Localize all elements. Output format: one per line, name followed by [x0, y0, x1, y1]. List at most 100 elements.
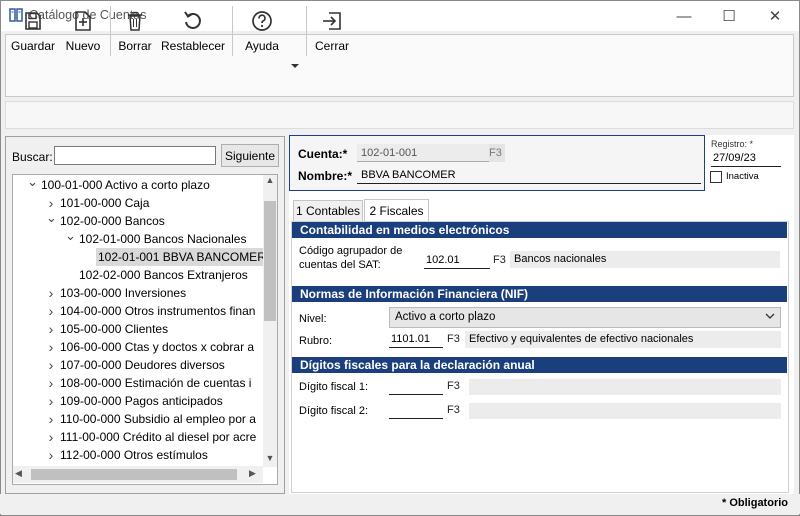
- borrar-button[interactable]: Borrar: [116, 9, 154, 57]
- tab-contables[interactable]: 1 Contables: [293, 200, 363, 222]
- scroll-down-icon[interactable]: ▼: [265, 453, 275, 467]
- hscroll-thumb[interactable]: [31, 469, 237, 480]
- cuenta-field[interactable]: 102-01-001: [357, 144, 489, 162]
- nuevo-label: Nuevo: [65, 39, 101, 53]
- tree-vertical-scrollbar[interactable]: ▲ ▼: [263, 175, 277, 467]
- ayuda-dropdown-icon[interactable]: [290, 60, 300, 70]
- restablecer-button[interactable]: Restablecer: [160, 9, 226, 57]
- nombre-field[interactable]: BBVA BANCOMER: [357, 166, 701, 184]
- scroll-thumb[interactable]: [264, 201, 276, 321]
- chevron-right-icon[interactable]: ›: [46, 374, 56, 392]
- chevron-down-icon[interactable]: ⌄: [46, 209, 57, 227]
- tree-item-label: 107-00-000 Deudores diversos: [60, 358, 225, 372]
- registro-label: Registro: *: [711, 139, 754, 149]
- nombre-label: Nombre:*: [298, 169, 353, 183]
- tree-horizontal-scrollbar[interactable]: ◀ ▶: [13, 466, 263, 483]
- tree-item[interactable]: › 104-00-000 Otros instrumentos finan: [13, 302, 277, 320]
- digito2-f3-button[interactable]: F3: [447, 404, 460, 416]
- tree-item[interactable]: ⌄ 102-01-000 Bancos Nacionales: [13, 227, 277, 248]
- guardar-button[interactable]: Guardar: [10, 9, 56, 57]
- scroll-right-icon[interactable]: ▶: [249, 468, 261, 481]
- rubro-f3-button[interactable]: F3: [447, 333, 460, 345]
- chevron-down-icon[interactable]: ⌄: [65, 227, 76, 245]
- inactiva-checkbox[interactable]: [710, 171, 722, 183]
- tree-item-label: 109-00-000 Pagos anticipados: [60, 394, 223, 408]
- digito1-field[interactable]: [389, 377, 443, 395]
- registro-date-field[interactable]: 27/09/23: [711, 151, 781, 167]
- search-input[interactable]: [54, 146, 216, 165]
- ayuda-button[interactable]: Ayuda: [242, 9, 282, 57]
- sat-code-field[interactable]: 102.01: [424, 251, 490, 269]
- ayuda-label: Ayuda: [245, 39, 279, 53]
- chevron-right-icon[interactable]: ›: [46, 356, 56, 374]
- tree-item[interactable]: › 109-00-000 Pagos anticipados: [13, 392, 277, 410]
- cuenta-f3-button[interactable]: F3: [489, 144, 505, 162]
- tree-item[interactable]: 102-02-000 Bancos Extranjeros: [13, 266, 277, 284]
- tree-item[interactable]: › 103-00-000 Inversiones: [13, 284, 277, 302]
- tree-item[interactable]: ⌄ 102-00-000 Bancos: [13, 209, 277, 230]
- tree-item-label: 108-00-000 Estimación de cuentas i: [60, 376, 252, 390]
- tree-item[interactable]: › 106-00-000 Ctas y doctos x cobrar a: [13, 338, 277, 356]
- search-label: Buscar:: [12, 150, 53, 164]
- obligatorio-note: * Obligatorio: [722, 497, 788, 509]
- borrar-label: Borrar: [118, 39, 152, 53]
- tree-item[interactable]: 102-01-001 BBVA BANCOMER: [13, 248, 277, 266]
- tree-item-label: 101-00-000 Caja: [60, 196, 150, 210]
- tree-item[interactable]: › 110-00-000 Subsidio al empleo por a: [13, 410, 277, 428]
- section-contabilidad-header: Contabilidad en medios electrónicos: [292, 222, 787, 238]
- sat-f3-button[interactable]: F3: [493, 254, 506, 266]
- rubro-code-field[interactable]: 1101.01: [389, 330, 443, 348]
- sat-label-line2: cuentas del SAT:: [299, 259, 381, 271]
- toolbar-separator: [232, 6, 233, 56]
- nuevo-button[interactable]: Nuevo: [62, 9, 104, 57]
- tree-item[interactable]: › 107-00-000 Deudores diversos: [13, 356, 277, 374]
- trash-icon: [127, 9, 143, 33]
- tree-item-label: 112-00-000 Otros estímulos: [60, 448, 208, 462]
- tree-item-label: 104-00-000 Otros instrumentos finan: [60, 304, 256, 318]
- tree-item[interactable]: › 112-00-000 Otros estímulos: [13, 446, 277, 464]
- digito1-f3-button[interactable]: F3: [447, 380, 460, 392]
- close-window-button[interactable]: ✕: [752, 1, 798, 31]
- chevron-right-icon[interactable]: ›: [46, 320, 56, 338]
- restablecer-label: Restablecer: [160, 39, 226, 53]
- secondary-bar: [5, 101, 794, 129]
- chevron-down-icon: [765, 311, 775, 324]
- save-icon: [23, 9, 43, 33]
- digito1-label: Dígito fiscal 1:: [299, 381, 369, 393]
- tree-item-label: 102-00-000 Bancos: [60, 214, 165, 228]
- minimize-button[interactable]: —: [661, 1, 707, 31]
- cerrar-button[interactable]: Cerrar: [312, 9, 352, 57]
- tree-item[interactable]: › 105-00-000 Clientes: [13, 320, 277, 338]
- tab-fiscales[interactable]: 2 Fiscales: [364, 199, 429, 222]
- chevron-right-icon[interactable]: ›: [46, 338, 56, 356]
- tree-item-label: 106-00-000 Ctas y doctos x cobrar a: [60, 340, 255, 354]
- nivel-label: Nivel:: [299, 313, 327, 325]
- inactiva-label: Inactiva: [726, 171, 759, 182]
- rubro-description: Efectivo y equivalentes de efectivo naci…: [465, 331, 781, 348]
- tree-item-label: 102-01-000 Bancos Nacionales: [79, 232, 247, 246]
- tree-item-label: 100-01-000 Activo a corto plazo: [41, 178, 210, 192]
- chevron-down-icon[interactable]: ⌄: [27, 175, 38, 191]
- chevron-right-icon[interactable]: ›: [46, 284, 56, 302]
- tree-item[interactable]: ⌄ 100-01-000 Activo a corto plazo: [13, 175, 277, 194]
- scroll-up-icon[interactable]: ▲: [265, 175, 275, 189]
- chevron-right-icon[interactable]: ›: [46, 392, 56, 410]
- tree-item[interactable]: › 108-00-000 Estimación de cuentas i: [13, 374, 277, 392]
- maximize-button[interactable]: ☐: [706, 1, 752, 31]
- scroll-left-icon[interactable]: ◀: [15, 468, 27, 481]
- siguiente-button[interactable]: Siguiente: [221, 144, 279, 167]
- tree-item-label: 105-00-000 Clientes: [60, 322, 169, 336]
- digito2-description: [469, 403, 781, 419]
- chevron-right-icon[interactable]: ›: [46, 302, 56, 320]
- accounts-tree[interactable]: ⌄ 100-01-000 Activo a corto plazo › 101-00-…: [12, 174, 278, 485]
- digito1-description: [469, 379, 781, 395]
- chevron-right-icon[interactable]: ›: [46, 428, 56, 446]
- digito2-field[interactable]: [389, 401, 443, 419]
- nivel-select[interactable]: Activo a corto plazo: [389, 307, 781, 328]
- tree-item[interactable]: › 111-00-000 Crédito al diesel por acre: [13, 428, 277, 446]
- help-icon: [251, 9, 273, 33]
- tree-item-label: 102-01-001 BBVA BANCOMER: [96, 248, 277, 266]
- nivel-selected-value: Activo a corto plazo: [395, 311, 496, 323]
- chevron-right-icon[interactable]: ›: [46, 446, 56, 464]
- chevron-right-icon[interactable]: ›: [46, 410, 56, 428]
